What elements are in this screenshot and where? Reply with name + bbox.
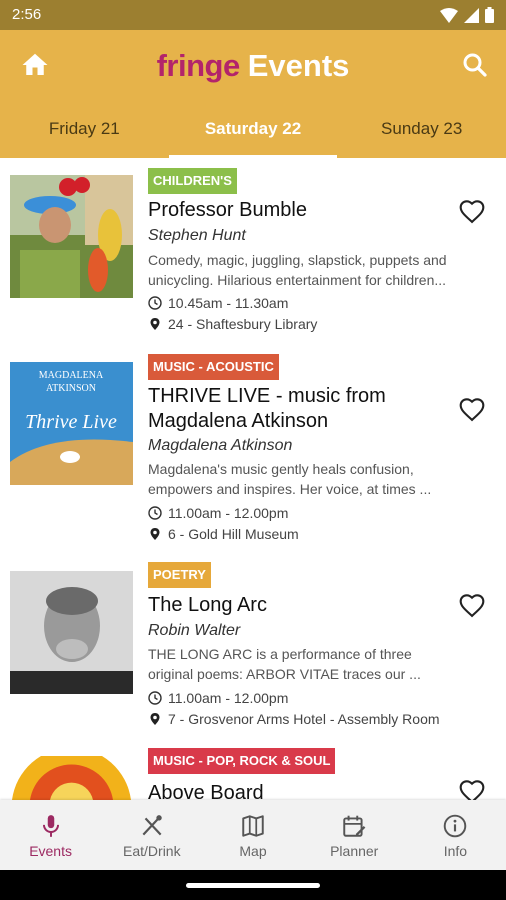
clock-icon <box>148 296 162 310</box>
event-card[interactable]: MAGDALENA ATKINSON Thrive Live MUSIC - A… <box>0 354 506 568</box>
event-venue-text: 6 - Gold Hill Museum <box>168 526 299 542</box>
event-title-line: The Long Arc <box>148 594 267 616</box>
event-title: Professor Bumble <box>148 198 448 223</box>
system-gesture-area <box>0 870 506 900</box>
search-button[interactable] <box>460 50 490 80</box>
tab-friday[interactable]: Friday 21 <box>0 110 169 158</box>
nav-planner[interactable]: Planner <box>304 800 405 870</box>
search-icon <box>463 53 487 77</box>
category-tag: MUSIC - ACOUSTIC <box>148 354 279 380</box>
heart-icon <box>459 200 485 224</box>
app-title: fringe Events <box>0 48 506 84</box>
event-thumbnail: MAGDALENA ATKINSON Thrive Live <box>10 362 133 485</box>
event-title: THRIVE LIVE - music from Magdalena Atkin… <box>148 384 438 434</box>
event-venue-text: 24 - Shaftesbury Library <box>168 316 318 332</box>
home-gesture-handle[interactable] <box>186 883 320 888</box>
event-title-line: Above Board <box>148 782 264 800</box>
nav-events[interactable]: Events <box>0 800 101 870</box>
event-list: CHILDREN'S Professor Bumble Stephen Hunt… <box>0 158 506 800</box>
heart-icon <box>459 780 485 800</box>
event-description: Comedy, magic, juggling, slapstick, pupp… <box>148 250 496 290</box>
brand-events: Events <box>247 48 350 83</box>
utensils-icon <box>142 815 162 836</box>
image-text: ATKINSON <box>46 383 96 394</box>
event-time-text: 10.45am - 11.30am <box>168 295 289 311</box>
heart-icon <box>459 594 485 618</box>
nav-label: Map <box>239 843 267 859</box>
event-venue: 24 - Shaftesbury Library <box>148 316 317 332</box>
nav-label: Planner <box>330 843 379 859</box>
description-line: unicycling. Hilarious entertainment for … <box>148 272 447 288</box>
event-card[interactable]: CHILDREN'S Professor Bumble Stephen Hunt… <box>0 158 506 358</box>
event-venue-text: 7 - Grosvenor Arms Hotel - Assembly Room <box>168 711 440 727</box>
nav-label: Events <box>29 843 72 859</box>
signal-icon <box>464 7 479 23</box>
description-line: Magdalena's music gently heals confusion… <box>148 461 414 477</box>
favorite-button[interactable] <box>458 396 486 424</box>
nav-info[interactable]: Info <box>405 800 506 870</box>
event-time: 11.00am - 12.00pm <box>148 505 288 521</box>
event-title: Above Board <box>148 781 448 800</box>
event-description: Magdalena's music gently heals confusion… <box>148 459 496 499</box>
description-line: original poems: ARBOR VITAE traces our .… <box>148 666 421 682</box>
planner-icon <box>343 815 366 837</box>
event-description: THE LONG ARC is a performance of three o… <box>148 644 496 684</box>
event-title-line: THRIVE LIVE - music from <box>148 385 386 407</box>
event-thumbnail <box>10 175 133 298</box>
event-time-text: 11.00am - 12.00pm <box>168 505 289 521</box>
favorite-button[interactable] <box>458 778 486 800</box>
tab-saturday[interactable]: Saturday 22 <box>168 110 338 158</box>
nav-label: Eat/Drink <box>123 843 181 859</box>
status-time: 2:56 <box>12 6 42 23</box>
favorite-button[interactable] <box>458 592 486 620</box>
location-pin-icon <box>150 318 160 330</box>
event-time: 11.00am - 12.00pm <box>148 690 288 706</box>
bottom-navigation: Events Eat/Drink Map Planner Info <box>0 800 506 870</box>
description-line: empowers and inspires. Her voice, at tim… <box>148 481 432 497</box>
event-performer: Magdalena Atkinson <box>148 437 293 454</box>
info-icon <box>444 814 467 838</box>
wifi-icon <box>440 7 458 23</box>
clock-icon <box>148 506 162 520</box>
map-icon <box>242 815 264 837</box>
clock-icon <box>148 691 162 705</box>
event-title-line: Magdalena Atkinson <box>148 410 329 432</box>
status-bar: 2:56 <box>0 0 506 30</box>
tab-sunday[interactable]: Sunday 23 <box>337 110 506 158</box>
event-time-text: 11.00am - 12.00pm <box>168 690 289 706</box>
nav-eat-drink[interactable]: Eat/Drink <box>101 800 202 870</box>
heart-icon <box>459 398 485 422</box>
event-thumbnail <box>10 756 133 800</box>
nav-map[interactable]: Map <box>202 800 303 870</box>
event-title: The Long Arc <box>148 593 448 618</box>
location-pin-icon <box>150 528 160 540</box>
day-tabs: Friday 21 Saturday 22 Sunday 23 <box>0 110 506 158</box>
event-venue: 6 - Gold Hill Museum <box>148 526 299 542</box>
status-icons <box>440 7 494 23</box>
category-tag: MUSIC - POP, ROCK & SOUL <box>148 748 336 774</box>
description-line: Comedy, magic, juggling, slapstick, pupp… <box>148 252 447 268</box>
event-performer: Robin Walter <box>148 622 241 639</box>
microphone-icon <box>42 815 59 837</box>
nav-label: Info <box>443 843 468 859</box>
image-text: Thrive Live <box>25 411 117 433</box>
brand-fringe: fringe <box>156 48 241 83</box>
event-time: 10.45am - 11.30am <box>148 295 288 311</box>
description-line: THE LONG ARC is a performance of three <box>148 646 412 662</box>
event-venue: 7 - Grosvenor Arms Hotel - Assembly Room <box>148 711 440 727</box>
app-bar: fringe Events Friday 21 Saturday 22 Sunda… <box>0 30 506 158</box>
battery-icon <box>485 7 494 23</box>
event-card[interactable]: MUSIC - POP, ROCK & SOUL Above Board <box>0 748 506 800</box>
image-text: MAGDALENA <box>39 370 104 381</box>
event-card[interactable]: POETRY The Long Arc Robin Walter THE LON… <box>0 562 506 748</box>
event-title-line: Professor Bumble <box>148 199 307 221</box>
event-thumbnail <box>10 571 133 694</box>
category-tag: CHILDREN'S <box>148 168 237 194</box>
location-pin-icon <box>150 713 160 725</box>
category-tag: POETRY <box>148 562 211 588</box>
event-performer: Stephen Hunt <box>148 227 246 244</box>
favorite-button[interactable] <box>458 198 486 226</box>
